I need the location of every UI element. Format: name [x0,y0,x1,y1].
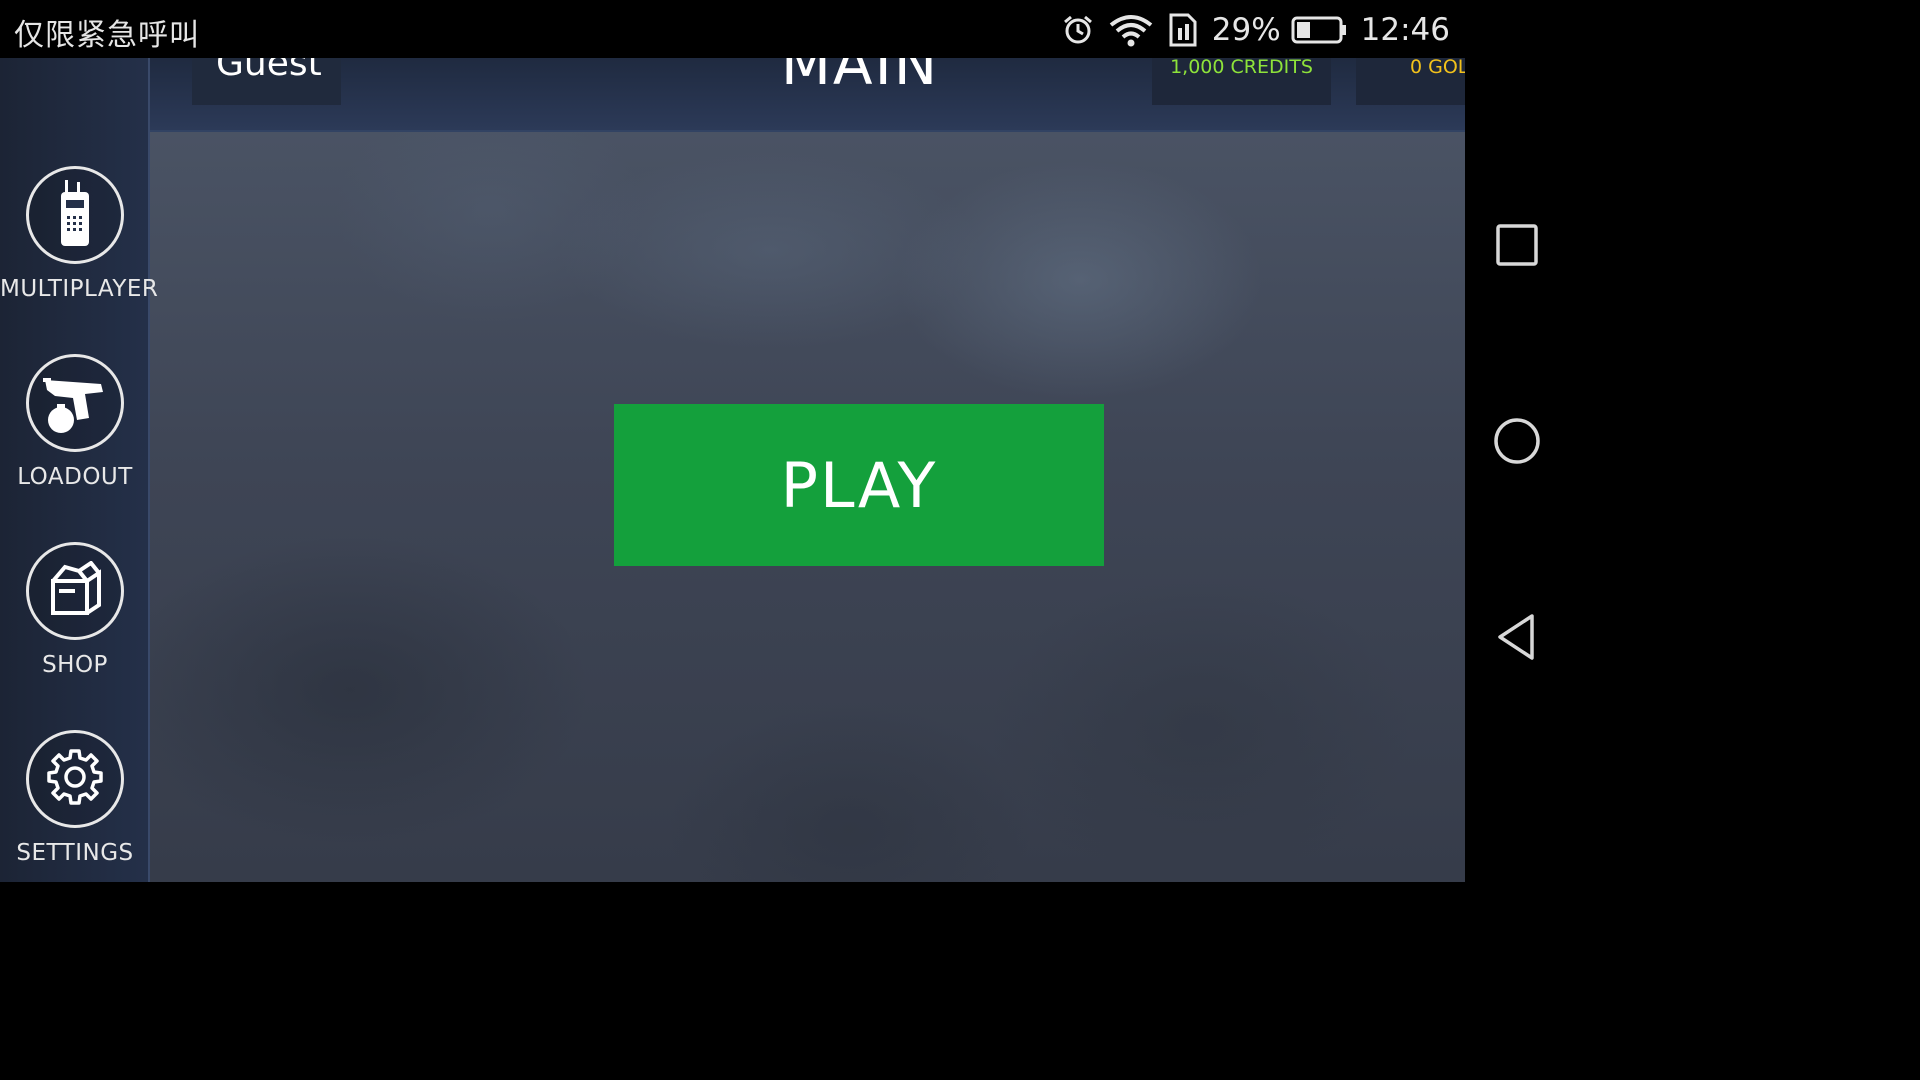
gear-icon [45,747,105,811]
status-bar: 仅限紧急呼叫 29% 12:46 [0,0,1568,58]
sidebar-item-loadout[interactable]: LOADOUT [0,354,150,490]
sidebar-item-label: LOADOUT [17,464,133,490]
sim-icon [1168,13,1198,47]
sidebar-item-label: SHOP [42,652,108,678]
radio-icon [51,178,99,252]
screen: 仅限紧急呼叫 29% 12:46 Guest MAIN 1,000 CREDIT… [0,0,1568,882]
carrier-text: 仅限紧急呼叫 [14,18,200,53]
settings-button[interactable] [26,730,124,828]
back-icon[interactable] [1492,612,1542,662]
box-icon [45,560,105,621]
clock: 12:46 [1360,12,1450,48]
wifi-icon [1108,13,1154,47]
page-title: MAIN MENU [780,58,940,98]
player-name-box[interactable]: Guest [192,58,341,105]
system-nav-bar [1465,0,1568,882]
credits-value: 1,000 CREDITS [1170,58,1313,78]
sidebar-item-label: MULTIPLAYER [0,276,159,302]
gold-value: 0 GOL [1410,58,1465,78]
sidebar-item-shop[interactable]: SHOP [0,542,150,678]
recent-apps-icon[interactable] [1492,220,1542,270]
home-icon[interactable] [1492,416,1542,466]
alarm-icon [1062,14,1094,46]
battery-percent: 29% [1211,12,1281,48]
loadout-button[interactable] [26,354,124,452]
sidebar-item-multiplayer[interactable]: MULTIPLAYER [0,166,159,302]
battery-icon [1291,15,1347,45]
multiplayer-button[interactable] [26,166,124,264]
sidebar-item-settings[interactable]: SETTINGS [0,730,150,866]
shop-button[interactable] [26,542,124,640]
credits-box[interactable]: 1,000 CREDITS [1152,58,1331,105]
sidebar: MULTIPLAYER LOADOUT SHOP SETTINGS [0,58,159,882]
pistol-grenade-icon [39,366,111,440]
gold-box[interactable]: 0 GOL [1356,58,1465,105]
status-icons: 29% 12:46 [1062,8,1450,52]
header-bar: Guest MAIN MENU 1,000 CREDITS 0 GOL [150,58,1465,132]
game-area: Guest MAIN MENU 1,000 CREDITS 0 GOL [0,58,1465,882]
sidebar-item-label: SETTINGS [16,840,134,866]
player-name: Guest [216,58,322,84]
play-button[interactable]: PLAY [614,404,1104,566]
